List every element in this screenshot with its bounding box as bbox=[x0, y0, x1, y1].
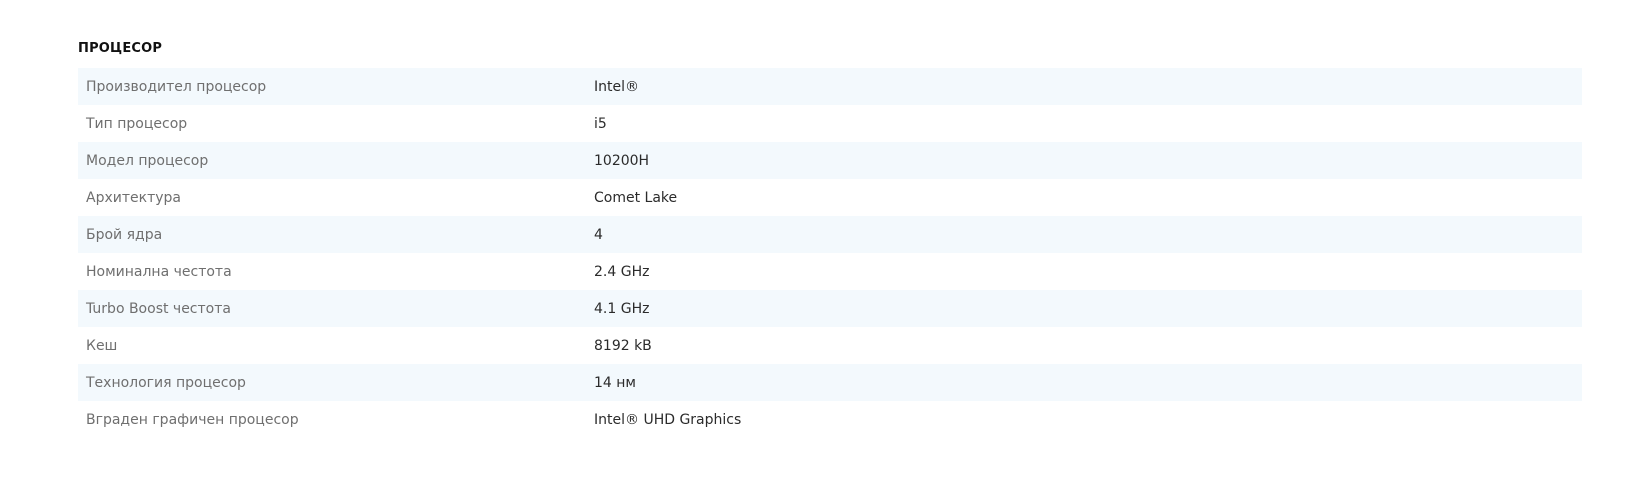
spec-value: i5 bbox=[594, 115, 607, 132]
table-row: Тип процесор i5 bbox=[78, 105, 1582, 142]
spec-label: Вграден графичен процесор bbox=[86, 411, 299, 428]
spec-label: Тип процесор bbox=[86, 115, 188, 132]
table-row: Модел процесор 10200H bbox=[78, 142, 1582, 179]
spec-label: Технология процесор bbox=[86, 374, 246, 391]
spec-value: Intel® bbox=[594, 78, 639, 95]
table-row: Вграден графичен процесор Intel® UHD Gra… bbox=[78, 401, 1582, 438]
spec-label: Архитектура bbox=[86, 189, 181, 206]
table-row: Номинална честота 2.4 GHz bbox=[78, 253, 1582, 290]
spec-label: Производител процесор bbox=[86, 78, 267, 95]
spec-value: 4.1 GHz bbox=[594, 300, 650, 317]
spec-value: 14 нм bbox=[594, 374, 636, 391]
spec-value: Comet Lake bbox=[594, 189, 678, 206]
spec-table: Производител процесор Intel® Тип процесо… bbox=[78, 68, 1582, 438]
spec-label: Номинална честота bbox=[86, 263, 232, 280]
spec-value: Intel® UHD Graphics bbox=[594, 411, 742, 428]
spec-value: 4 bbox=[594, 226, 603, 243]
spec-value: 2.4 GHz bbox=[594, 263, 650, 280]
table-row: Производител процесор Intel® bbox=[78, 68, 1582, 105]
spec-label: Модел процесор bbox=[86, 152, 209, 169]
table-row: Кеш 8192 kB bbox=[78, 327, 1582, 364]
section-title: ПРОЦЕСОР bbox=[78, 41, 163, 56]
table-row: Turbo Boost честота 4.1 GHz bbox=[78, 290, 1582, 327]
spec-label: Turbo Boost честота bbox=[86, 300, 231, 317]
processor-section: ПРОЦЕСОР Производител процесор Intel® Ти… bbox=[78, 40, 1582, 438]
spec-value: 8192 kB bbox=[594, 337, 652, 354]
table-row: Технология процесор 14 нм bbox=[78, 364, 1582, 401]
spec-value: 10200H bbox=[594, 152, 650, 169]
table-row: Архитектура Comet Lake bbox=[78, 179, 1582, 216]
table-row: Брой ядра 4 bbox=[78, 216, 1582, 253]
spec-label: Кеш bbox=[86, 337, 118, 354]
spec-label: Брой ядра bbox=[86, 226, 163, 243]
